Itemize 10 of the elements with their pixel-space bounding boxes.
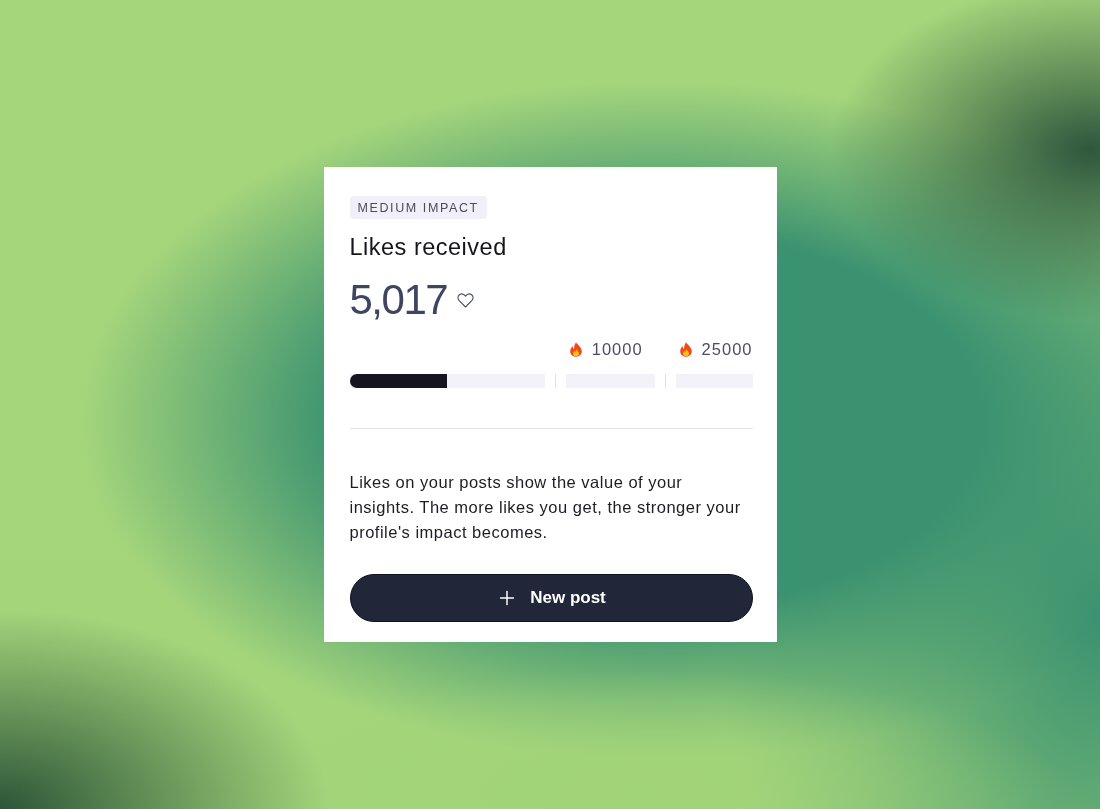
new-post-button[interactable]: New post — [349, 574, 753, 622]
impact-badge: MEDIUM IMPACT — [349, 196, 487, 219]
milestone-value: 10000 — [591, 339, 643, 359]
milestone-value: 25000 — [701, 339, 753, 359]
card-title: Likes received — [349, 233, 508, 261]
likes-count: 5,017 — [349, 276, 448, 324]
flame-icon — [679, 341, 692, 357]
flame-icon — [569, 341, 582, 357]
heart-icon — [457, 292, 475, 308]
description-text: Likes on your posts show the value of your insights. The more likes you get, the stronger your profile's impact becomes. — [349, 472, 742, 543]
